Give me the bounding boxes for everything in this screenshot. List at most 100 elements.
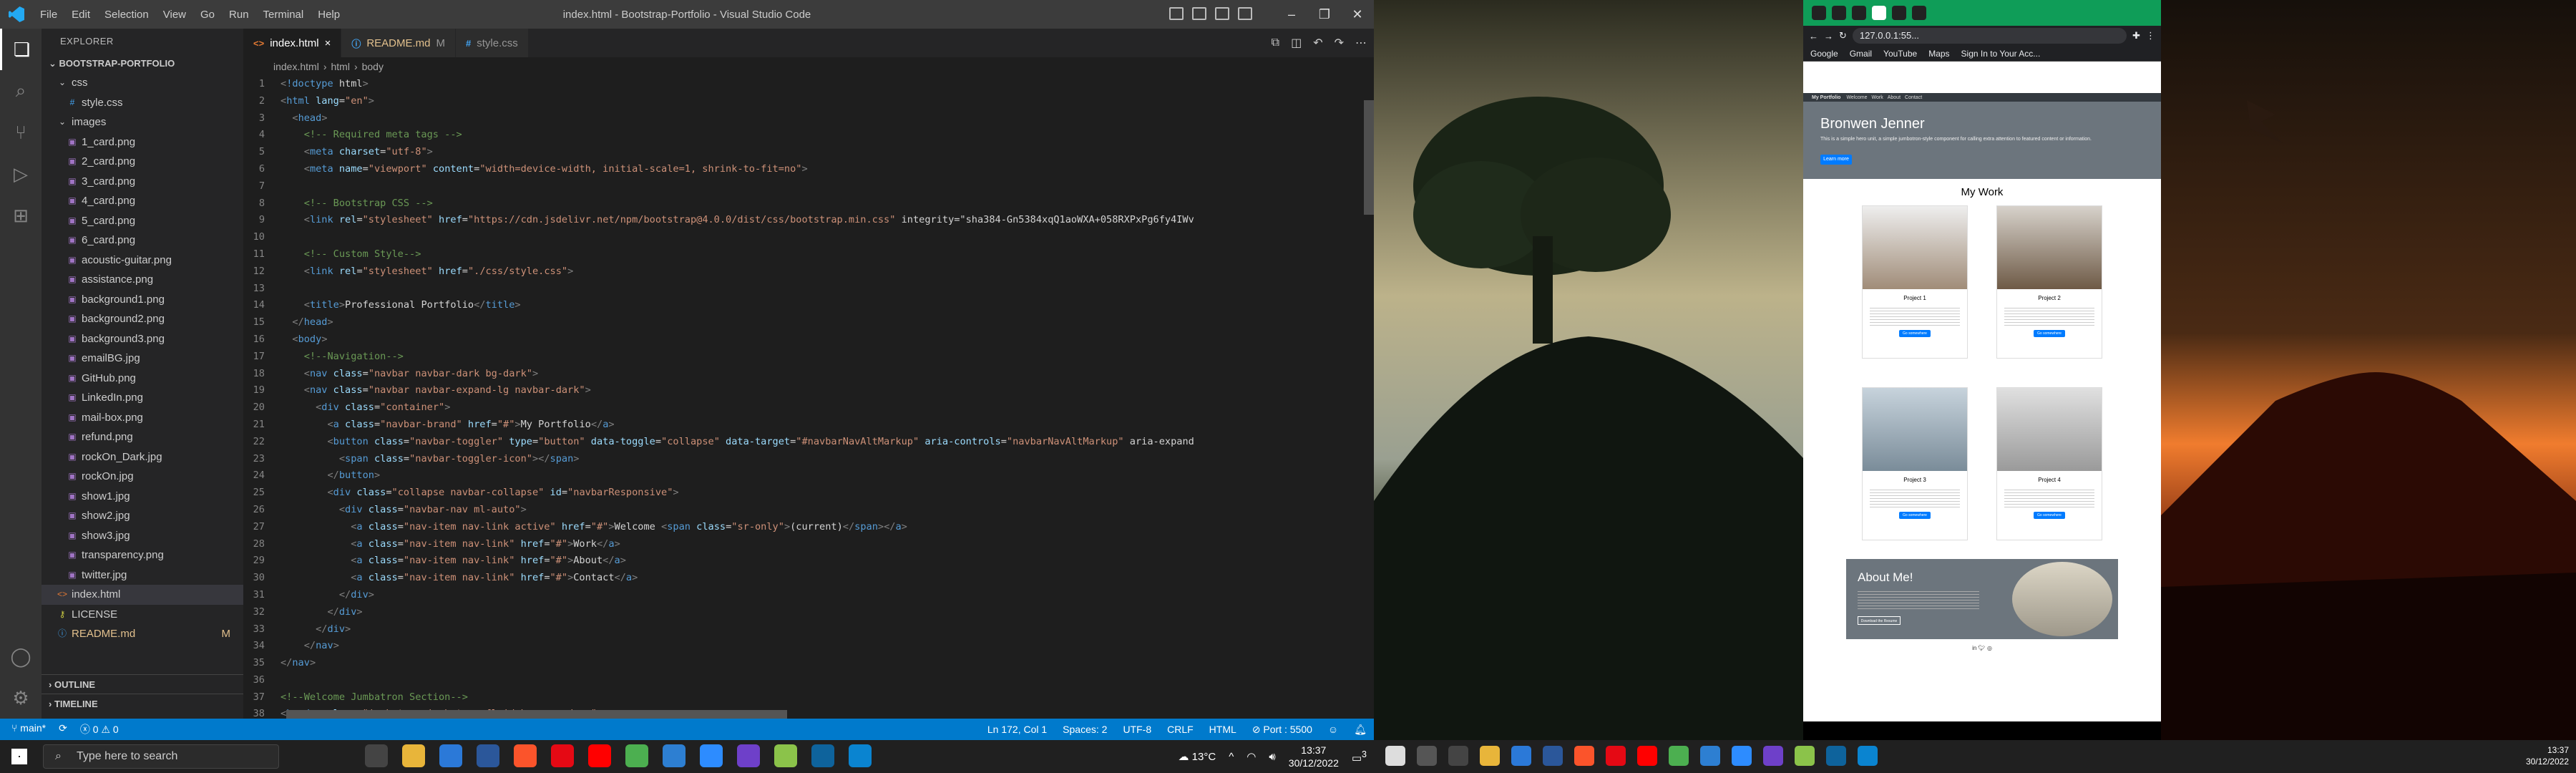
encoding[interactable]: UTF-8 bbox=[1123, 724, 1151, 736]
project-button[interactable]: Go somewhere bbox=[1899, 512, 1931, 519]
tree-item[interactable]: ▣ mail-box.png bbox=[42, 408, 243, 428]
vscode-taskbar-icon[interactable] bbox=[1826, 746, 1846, 766]
photos-icon[interactable] bbox=[1858, 746, 1878, 766]
app-icon[interactable] bbox=[774, 744, 797, 767]
live-server-port[interactable]: ⊘ Port : 5500 bbox=[1252, 724, 1312, 736]
tree-item[interactable]: ▣ LinkedIn.png bbox=[42, 388, 243, 408]
edge-icon[interactable] bbox=[663, 744, 686, 767]
tree-item[interactable]: ▣ show3.jpg bbox=[42, 526, 243, 546]
edge-icon[interactable] bbox=[1700, 746, 1720, 766]
tree-item[interactable]: ▣ rockOn.jpg bbox=[42, 467, 243, 487]
site-brand[interactable]: My Portfolio bbox=[1812, 95, 1840, 100]
notification-center-icon[interactable]: ▭3 bbox=[1352, 749, 1367, 764]
customize-layout-icon[interactable] bbox=[1238, 7, 1252, 20]
mail-icon[interactable] bbox=[439, 744, 462, 767]
photos-icon[interactable] bbox=[849, 744, 872, 767]
project-button[interactable]: Go somewhere bbox=[1899, 330, 1931, 337]
tree-item[interactable]: ▣ background2.png bbox=[42, 309, 243, 329]
toggle-primary-sidebar-icon[interactable] bbox=[1169, 7, 1184, 20]
tab-style-css[interactable]: # style.css bbox=[456, 29, 529, 57]
chrome-tab[interactable] bbox=[1912, 6, 1926, 20]
tab-index-html[interactable]: <> index.html × bbox=[243, 29, 342, 57]
tree-item[interactable]: ▣ 5_card.png bbox=[42, 211, 243, 231]
search-icon[interactable]: ⌕ bbox=[0, 70, 42, 112]
word-icon[interactable] bbox=[477, 744, 499, 767]
tree-item[interactable]: ⌄ css bbox=[42, 73, 243, 93]
network-icon[interactable]: ◠ bbox=[1246, 750, 1256, 763]
extensions-icon[interactable]: ⊞ bbox=[0, 195, 42, 236]
menu-file[interactable]: File bbox=[34, 6, 63, 24]
menu-edit[interactable]: Edit bbox=[66, 6, 96, 24]
site-nav-link[interactable]: Work bbox=[1872, 95, 1883, 100]
bookmark-item[interactable]: Gmail bbox=[1850, 49, 1872, 59]
tree-item[interactable]: ▣ show2.jpg bbox=[42, 506, 243, 526]
feedback-icon[interactable]: ☺ bbox=[1328, 724, 1338, 736]
netflix-icon[interactable] bbox=[551, 744, 574, 767]
tree-item[interactable]: ▣ acoustic-guitar.png bbox=[42, 251, 243, 271]
project-button[interactable]: Go somewhere bbox=[2034, 512, 2065, 519]
indentation[interactable]: Spaces: 2 bbox=[1063, 724, 1107, 736]
learn-more-button[interactable]: Learn more bbox=[1820, 155, 1852, 165]
tree-item[interactable]: ▣ 2_card.png bbox=[42, 152, 243, 172]
problems-status[interactable]: ⓧ 0 ⚠ 0 bbox=[80, 722, 119, 736]
tree-item[interactable]: ▣ 4_card.png bbox=[42, 191, 243, 211]
horizontal-scrollbar[interactable] bbox=[286, 710, 787, 719]
site-nav-link[interactable]: Welcome bbox=[1846, 95, 1867, 100]
zoom-icon[interactable] bbox=[700, 744, 723, 767]
word-icon[interactable] bbox=[1543, 746, 1563, 766]
tree-item[interactable]: ⌄ images bbox=[42, 112, 243, 132]
zoom-icon[interactable] bbox=[1732, 746, 1752, 766]
bookmark-item[interactable]: Google bbox=[1810, 49, 1838, 59]
split-editor-icon[interactable]: ◫ bbox=[1291, 36, 1302, 50]
tree-item[interactable]: ▣ refund.png bbox=[42, 427, 243, 447]
source-control-icon[interactable]: ⑂ bbox=[0, 112, 42, 153]
vertical-scrollbar[interactable] bbox=[1364, 100, 1374, 215]
tree-item[interactable]: ▣ 6_card.png bbox=[42, 230, 243, 251]
go-forward-icon[interactable]: ↷ bbox=[1335, 36, 1344, 50]
chrome-icon[interactable] bbox=[1669, 746, 1689, 766]
vscode-taskbar-icon[interactable] bbox=[811, 744, 834, 767]
tree-item[interactable]: ▣ background1.png bbox=[42, 290, 243, 310]
bookmark-item[interactable]: Sign In to Your Acc... bbox=[1961, 49, 2041, 59]
project-folder[interactable]: ⌄ BOOTSTRAP-PORTFOLIO bbox=[42, 54, 243, 73]
branch-status[interactable]: ⑂ main* bbox=[11, 722, 46, 736]
github-desktop-icon[interactable] bbox=[737, 744, 760, 767]
mail-icon[interactable] bbox=[1511, 746, 1531, 766]
app-icon[interactable] bbox=[1795, 746, 1815, 766]
reload-icon[interactable]: ↻ bbox=[1839, 30, 1847, 42]
breadcrumb-item[interactable]: body bbox=[362, 61, 384, 72]
language-mode[interactable]: HTML bbox=[1209, 724, 1236, 736]
youtube-icon[interactable] bbox=[1637, 746, 1657, 766]
breadcrumb-item[interactable]: index.html bbox=[273, 61, 319, 72]
start-button[interactable] bbox=[11, 749, 27, 764]
menu-help[interactable]: Help bbox=[312, 6, 346, 24]
menu-terminal[interactable]: Terminal bbox=[258, 6, 310, 24]
netflix-icon[interactable] bbox=[1606, 746, 1626, 766]
toggle-panel-icon[interactable] bbox=[1192, 7, 1206, 20]
resume-button[interactable]: Download the Resume bbox=[1858, 616, 1901, 625]
bookmark-item[interactable]: Maps bbox=[1928, 49, 1949, 59]
weather-icon[interactable]: ☁ 13°C bbox=[1179, 750, 1216, 763]
breadcrumb-item[interactable]: html bbox=[331, 61, 349, 72]
back-icon[interactable]: ← bbox=[1809, 31, 1818, 42]
brave-icon[interactable] bbox=[514, 744, 537, 767]
code-editor[interactable]: 1 <!doctype html> 2 <html lang="en"> 3 <head… bbox=[243, 76, 1363, 719]
menu-go[interactable]: Go bbox=[195, 6, 220, 24]
chrome-icon[interactable] bbox=[625, 744, 648, 767]
clock[interactable]: 13:37 30/12/2022 bbox=[1289, 744, 1339, 769]
go-back-icon[interactable]: ↶ bbox=[1313, 36, 1322, 50]
extensions-puzzle-icon[interactable]: ✚ bbox=[2132, 30, 2140, 42]
toggle-secondary-sidebar-icon[interactable] bbox=[1215, 7, 1229, 20]
explorer-icon[interactable]: ❏ bbox=[0, 29, 42, 70]
brave-icon[interactable] bbox=[1574, 746, 1594, 766]
tree-item[interactable]: ▣ background3.png bbox=[42, 329, 243, 349]
github-desktop-icon[interactable] bbox=[1763, 746, 1783, 766]
tree-item[interactable]: # style.css bbox=[42, 93, 243, 113]
menu-selection[interactable]: Selection bbox=[99, 6, 155, 24]
chrome-tab[interactable] bbox=[1892, 6, 1906, 20]
chrome-menu-icon[interactable]: ⋮ bbox=[2146, 30, 2155, 42]
open-preview-icon[interactable]: ⧉ bbox=[1272, 37, 1279, 49]
outline-section[interactable]: › OUTLINE bbox=[42, 674, 243, 694]
more-actions-icon[interactable]: ⋯ bbox=[1355, 36, 1367, 50]
tree-item[interactable]: ⓘ README.md M bbox=[42, 624, 243, 644]
